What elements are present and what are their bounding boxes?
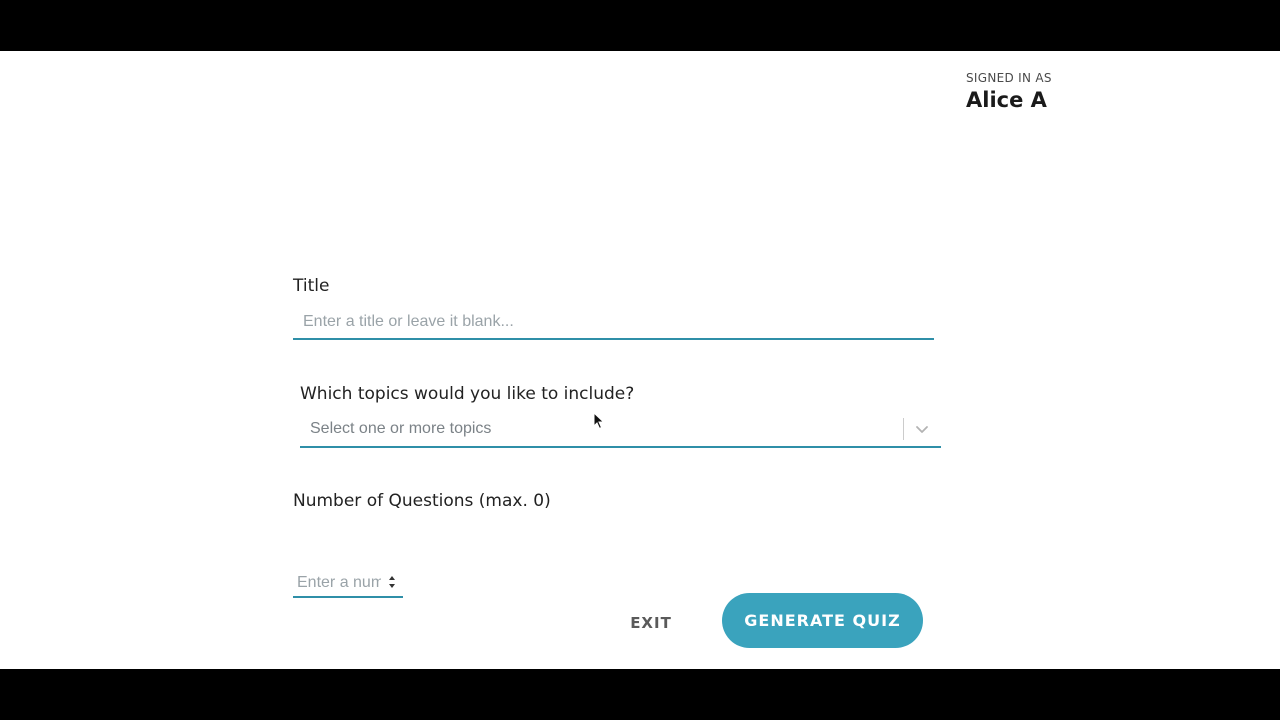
signed-in-user: SIGNED IN AS Alice A bbox=[966, 71, 1052, 113]
title-label: Title bbox=[293, 276, 330, 296]
letterbox-bottom bbox=[0, 669, 1280, 720]
questions-label: Number of Questions (max. 0) bbox=[293, 491, 551, 511]
questions-input[interactable] bbox=[293, 570, 385, 596]
topics-label: Which topics would you like to include? bbox=[300, 384, 635, 404]
title-field bbox=[293, 305, 934, 340]
topics-placeholder: Select one or more topics bbox=[310, 420, 492, 437]
generate-quiz-button[interactable]: GENERATE QUIZ bbox=[722, 593, 923, 648]
signed-in-label: SIGNED IN AS bbox=[966, 71, 1052, 85]
user-name: Alice A bbox=[966, 88, 1047, 112]
exit-button[interactable]: EXIT bbox=[620, 603, 682, 643]
letterbox-top bbox=[0, 0, 1280, 51]
chevron-down-icon[interactable] bbox=[911, 417, 933, 441]
topics-select[interactable]: Select one or more topics bbox=[300, 413, 941, 448]
topics-separator bbox=[903, 418, 904, 440]
stepper-arrows-icon[interactable] bbox=[387, 573, 397, 591]
quiz-setup-page: SIGNED IN AS Alice A Title Which topics … bbox=[0, 51, 1280, 669]
questions-field bbox=[293, 570, 403, 598]
title-input[interactable] bbox=[293, 305, 934, 338]
